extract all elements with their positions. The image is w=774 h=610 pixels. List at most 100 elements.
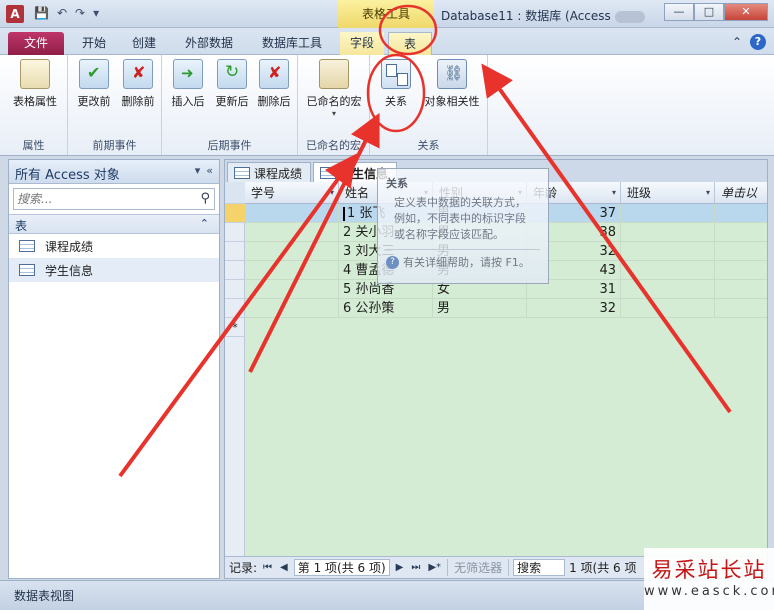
cell-name[interactable]: 6 公孙策 (339, 299, 433, 318)
search-icon[interactable]: ⚲ (200, 191, 210, 206)
nav-menu-dropdown-icon[interactable]: ▾ (195, 164, 201, 177)
minimize-button[interactable]: — (664, 3, 694, 21)
cell-class[interactable] (621, 242, 715, 261)
cell-id[interactable] (245, 223, 339, 242)
before-delete-button[interactable]: 删除前 (116, 59, 160, 109)
record-count-text: 1 项(共 6 项 (569, 561, 637, 575)
nav-item-student-info[interactable]: 学生信息 (9, 258, 219, 282)
after-insert-button[interactable]: 插入后 (166, 59, 210, 109)
nav-group-label: 表 (15, 219, 28, 233)
cell-gender[interactable]: 男 (433, 299, 527, 318)
cell-id[interactable] (245, 204, 339, 223)
nav-group-tables[interactable]: 表 ⌃ (9, 214, 219, 234)
object-dependencies-button[interactable]: 对象相关性 (420, 59, 484, 109)
before-change-button[interactable]: 更改前 (72, 59, 116, 109)
previous-record-icon[interactable]: ◀ (278, 562, 290, 573)
named-macro-button[interactable]: 已命名的宏 ▾ (302, 59, 366, 118)
table-properties-icon (20, 59, 50, 89)
cell-age[interactable]: 32 (527, 299, 621, 318)
cell-add-new[interactable] (715, 299, 767, 318)
minimize-ribbon-icon[interactable]: ⌃ (732, 35, 742, 49)
window-controls: — □ ✕ (664, 3, 768, 21)
tab-home[interactable]: 开始 (72, 32, 116, 55)
before-change-label: 更改前 (77, 95, 111, 108)
cell-id[interactable] (245, 280, 339, 299)
filter-indicator[interactable]: 无筛选器 (447, 559, 510, 576)
first-record-icon[interactable]: ⏮ (261, 562, 274, 573)
tab-database-tools[interactable]: 数据库工具 (252, 32, 332, 55)
record-selector[interactable] (225, 204, 245, 223)
record-selector[interactable] (225, 299, 245, 318)
tab-create[interactable]: 创建 (122, 32, 166, 55)
select-all-corner[interactable] (225, 182, 245, 204)
nav-header-buttons: ▾ « (195, 164, 213, 177)
tooltip-help: ? 有关详细帮助，请按 F1。 (386, 249, 540, 270)
shutter-bar-close-icon[interactable]: « (206, 164, 213, 177)
nav-item-course-grades[interactable]: 课程成绩 (9, 234, 219, 258)
nav-pane-header[interactable]: 所有 Access 对象 ▾ « (9, 160, 219, 184)
chevron-down-icon[interactable]: ▾ (612, 182, 616, 204)
table-properties-button[interactable]: 表格属性 (6, 59, 64, 109)
last-record-icon[interactable]: ⏭ (409, 562, 422, 573)
cell-id[interactable] (245, 261, 339, 280)
record-selector[interactable] (225, 280, 245, 299)
save-icon[interactable]: 💾 (34, 6, 49, 20)
window-title-text: Database11 : 数据库 (Access (441, 9, 611, 23)
status-view-label: 数据表视图 (14, 589, 75, 603)
cell-class[interactable] (621, 223, 715, 242)
cell-add-new[interactable] (715, 223, 767, 242)
cell-id[interactable] (245, 242, 339, 261)
cell-class[interactable] (621, 204, 715, 223)
help-icon[interactable]: ? (750, 34, 766, 50)
group-properties-label: 属性 (22, 139, 45, 152)
tab-fields[interactable]: 字段 (340, 32, 384, 55)
next-record-icon[interactable]: ▶ (394, 562, 406, 573)
after-update-button[interactable]: 更新后 (210, 59, 254, 109)
record-selector[interactable] (225, 242, 245, 261)
nav-search-input[interactable] (14, 189, 184, 209)
cell-add-new[interactable] (715, 261, 767, 280)
column-header-class[interactable]: 班级 ▾ (621, 182, 715, 204)
group-relationships-label: 关系 (417, 139, 440, 152)
close-button[interactable]: ✕ (724, 3, 768, 21)
new-record-marker[interactable]: * (225, 318, 245, 337)
undo-icon[interactable]: ↶ (57, 6, 67, 20)
chevron-down-icon[interactable]: ▾ (706, 182, 710, 204)
cell-add-new[interactable] (715, 280, 767, 299)
tab-external-data[interactable]: 外部数据 (176, 32, 242, 55)
cell-class[interactable] (621, 280, 715, 299)
blurred-title-part (614, 10, 645, 23)
after-delete-button[interactable]: 删除后 (252, 59, 296, 109)
maximize-button[interactable]: □ (694, 3, 724, 21)
cell-value: 4 (343, 263, 352, 278)
cell-add-new[interactable] (715, 242, 767, 261)
record-selector[interactable] (225, 261, 245, 280)
cell-id[interactable] (245, 299, 339, 318)
current-record-field[interactable]: 第 1 项(共 6 项) (293, 559, 390, 576)
nav-pane-title: 所有 Access 对象 (15, 168, 120, 183)
cell-class[interactable] (621, 299, 715, 318)
customize-qat-icon[interactable]: ▾ (93, 6, 99, 20)
chevron-down-icon[interactable]: ▾ (330, 182, 334, 204)
named-macro-label: 已命名的宏 (306, 95, 362, 108)
object-dependencies-icon (437, 59, 467, 89)
tooltip-line: 例如，不同表中的标识字段 (394, 212, 526, 225)
collapse-group-icon[interactable]: ⌃ (200, 217, 209, 230)
redo-icon[interactable]: ↷ (75, 6, 85, 20)
tooltip-help-text: 有关详细帮助，请按 F1。 (403, 256, 530, 269)
cell-class[interactable] (621, 261, 715, 280)
column-header-add-new[interactable]: 单击以 (715, 182, 767, 204)
tab-table[interactable]: 表 (388, 32, 432, 55)
new-record-icon[interactable]: ▶* (426, 562, 443, 573)
relationships-icon (381, 59, 411, 89)
named-macro-icon (319, 59, 349, 89)
doc-tab-course-grades[interactable]: 课程成绩 (227, 162, 312, 182)
record-search-input[interactable]: 搜索 (513, 559, 566, 576)
relationships-button[interactable]: 关系 (376, 59, 416, 109)
record-selector[interactable] (225, 223, 245, 242)
tab-file[interactable]: 文件 (8, 32, 64, 55)
access-app-icon[interactable]: A (6, 5, 24, 23)
column-header-id[interactable]: 学号 ▾ (245, 182, 339, 204)
cell-add-new[interactable] (715, 204, 767, 223)
relationships-label: 关系 (385, 95, 407, 108)
